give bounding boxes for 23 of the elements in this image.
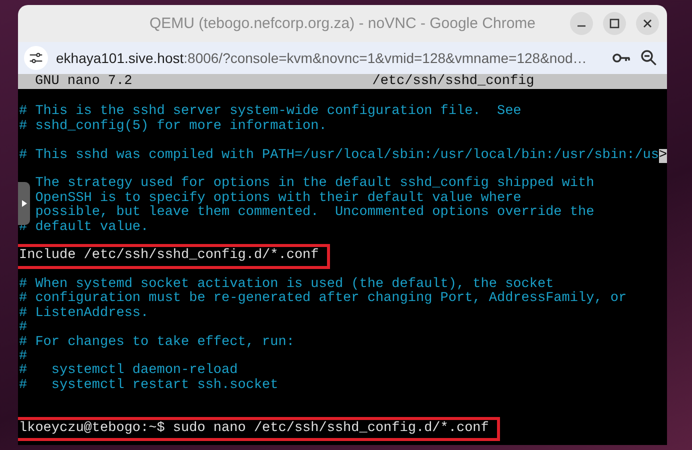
code-line: #	[19, 321, 28, 336]
overflow-marker: >	[659, 148, 667, 163]
sidebar-handle[interactable]	[18, 182, 30, 225]
code-line: # ListenAddress.	[19, 306, 149, 321]
code-line: # This sshd was compiled with PATH=/usr/local/sbin:/usr/local/bin:/usr/sbin:/us	[19, 148, 660, 163]
zoom-icon[interactable]	[639, 48, 659, 68]
site-settings-icon[interactable]	[24, 46, 48, 70]
code-line: The strategy used for options in the default sshd_config shipped with	[34, 177, 594, 192]
code-line: #	[19, 350, 28, 364]
code-line: # When systemd socket activation is used (the default), the socket	[19, 278, 554, 292]
code-line: # sshd_config(5) for more information.	[19, 120, 327, 134]
code-line: # This is the sshd server system-wide configuration file. See	[19, 105, 522, 120]
code-line: # configuration must be re-generated after changing Port, AddressFamily, or	[19, 292, 627, 306]
code-line: OpenSSH is to specify options with their default value where	[34, 192, 522, 206]
code-line: # For changes to take effect, run:	[19, 336, 294, 350]
window-title: QEMU (tebogo.nefcorp.org.za) - noVNC - Google Chrome	[150, 15, 536, 32]
close-icon[interactable]	[636, 12, 659, 35]
code-line: possible, but leave them commented. Uncommented options override the	[34, 206, 594, 220]
file-name: /etc/ssh/sshd_config	[372, 74, 534, 89]
code-line: # systemctl restart ssh.socket	[19, 378, 278, 394]
editor-version: GNU nano 7.2	[35, 74, 132, 89]
code-line: # systemctl daemon-reload	[19, 364, 238, 378]
maximize-icon[interactable]	[603, 12, 626, 35]
